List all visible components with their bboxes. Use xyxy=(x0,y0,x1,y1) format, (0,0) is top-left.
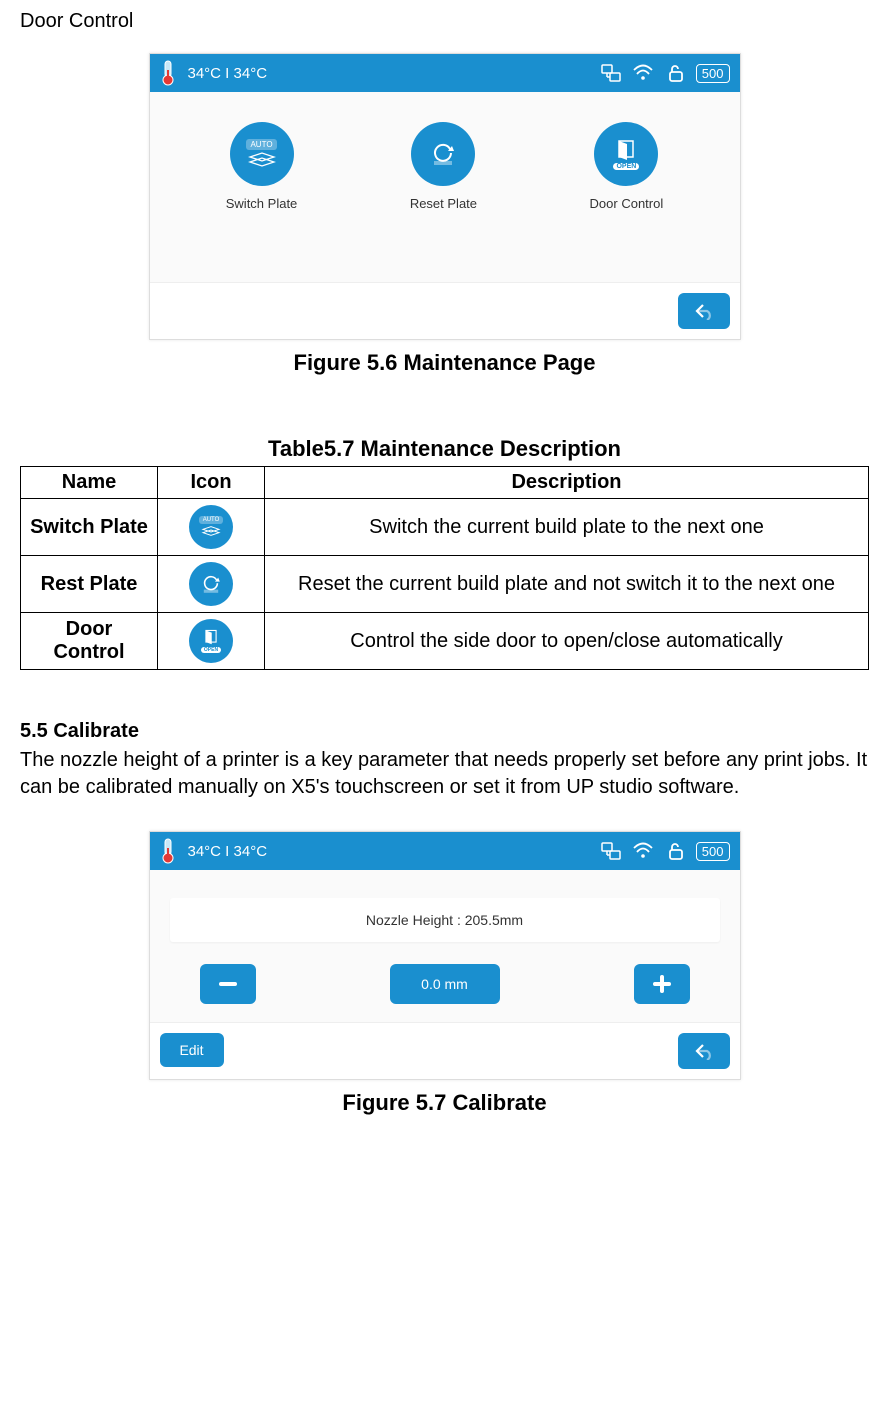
door-control-icon: OPEN xyxy=(594,122,658,186)
edit-button[interactable]: Edit xyxy=(160,1033,224,1067)
row-icon-cell: AUTO xyxy=(158,499,265,556)
increase-button[interactable] xyxy=(634,964,690,1004)
row-desc: Reset the current build plate and not sw… xyxy=(265,556,869,613)
top-section-label: Door Control xyxy=(20,10,869,33)
maintenance-screenshot: 34°C I 34°C 500 AUTO Switch Plate xyxy=(149,53,741,340)
lock-icon xyxy=(664,840,686,862)
col-desc-header: Description xyxy=(265,467,869,499)
table-row: Rest Plate Reset the current build plate… xyxy=(21,556,869,613)
row-desc: Switch the current build plate to the ne… xyxy=(265,499,869,556)
row-desc: Control the side door to open/close auto… xyxy=(265,613,869,670)
status-bar: 34°C I 34°C 500 xyxy=(150,832,740,870)
connection-icon xyxy=(600,62,622,84)
col-name-header: Name xyxy=(21,467,158,499)
status-temperature: 34°C I 34°C xyxy=(188,843,268,860)
back-button[interactable] xyxy=(678,1033,730,1069)
door-control-mini-icon: OPEN xyxy=(189,619,233,663)
figure-5-7-caption: Figure 5.7 Calibrate xyxy=(20,1090,869,1116)
reset-plate-tile[interactable]: Reset Plate xyxy=(410,122,477,211)
back-button[interactable] xyxy=(678,293,730,329)
material-badge: 500 xyxy=(696,842,730,861)
thermometer-icon xyxy=(160,60,176,86)
lock-icon xyxy=(664,62,686,84)
door-control-tile[interactable]: OPEN Door Control xyxy=(590,122,664,211)
status-bar: 34°C I 34°C 500 xyxy=(150,54,740,92)
nozzle-height-display: Nozzle Height : 205.5mm xyxy=(170,898,720,942)
reset-plate-icon xyxy=(411,122,475,186)
row-name: Door Control xyxy=(21,613,158,670)
figure-5-6-caption: Figure 5.6 Maintenance Page xyxy=(20,350,869,376)
decrease-button[interactable] xyxy=(200,964,256,1004)
maintenance-description-table: Name Icon Description Switch Plate AUTO … xyxy=(20,466,869,670)
col-icon-header: Icon xyxy=(158,467,265,499)
row-name: Switch Plate xyxy=(21,499,158,556)
table-row: Door Control OPEN Control the side door … xyxy=(21,613,869,670)
status-temperature: 34°C I 34°C xyxy=(188,65,268,82)
calibrate-body-text: The nozzle height of a printer is a key … xyxy=(20,747,869,801)
table-row: Switch Plate AUTO Switch the current bui… xyxy=(21,499,869,556)
switch-plate-tile[interactable]: AUTO Switch Plate xyxy=(226,122,298,211)
material-badge: 500 xyxy=(696,64,730,83)
thermometer-icon xyxy=(160,838,176,864)
door-control-label: Door Control xyxy=(590,196,664,211)
switch-plate-mini-icon: AUTO xyxy=(189,505,233,549)
calibrate-screenshot: 34°C I 34°C 500 Nozzle Height : 205.5mm … xyxy=(149,831,741,1080)
row-name: Rest Plate xyxy=(21,556,158,613)
wifi-icon xyxy=(632,840,654,862)
wifi-icon xyxy=(632,62,654,84)
table-5-7-caption: Table5.7 Maintenance Description xyxy=(20,436,869,462)
reset-plate-label: Reset Plate xyxy=(410,196,477,211)
offset-value-button[interactable]: 0.0 mm xyxy=(390,964,500,1004)
row-icon-cell xyxy=(158,556,265,613)
row-icon-cell: OPEN xyxy=(158,613,265,670)
connection-icon xyxy=(600,840,622,862)
switch-plate-icon: AUTO xyxy=(230,122,294,186)
calibrate-heading: 5.5 Calibrate xyxy=(20,720,869,743)
switch-plate-label: Switch Plate xyxy=(226,196,298,211)
reset-plate-mini-icon xyxy=(189,562,233,606)
